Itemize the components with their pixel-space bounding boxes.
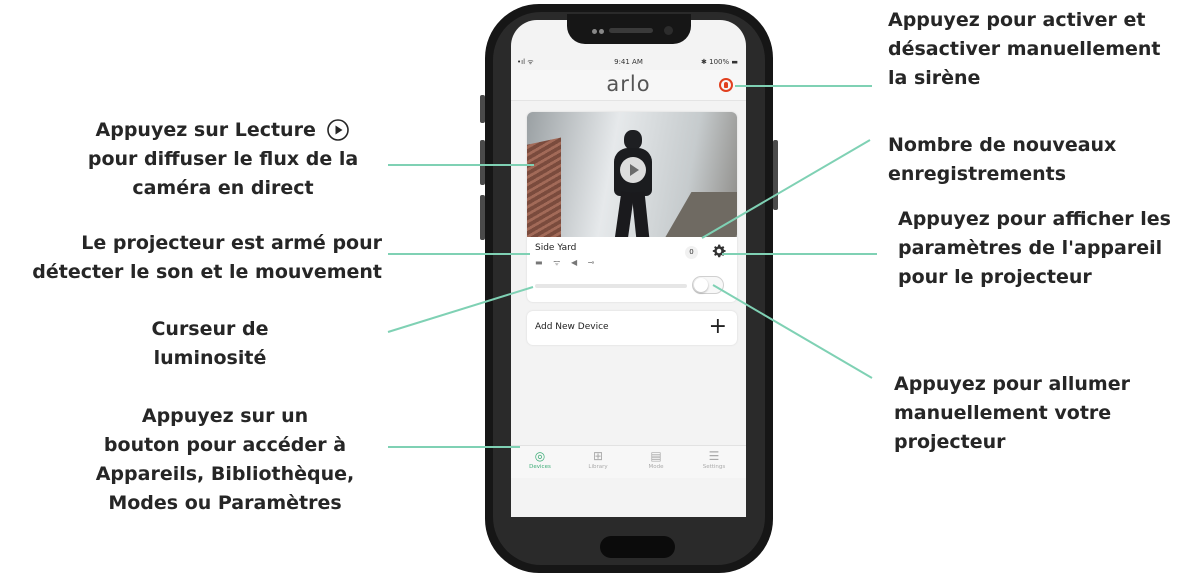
callout-light-toggle: Appuyez pour allumer manuellement votre pr… [894, 373, 1130, 453]
callout-settings: Appuyez pour afficher les paramètres de l… [898, 208, 1171, 288]
callout-brightness: Curseur de luminosité [151, 318, 269, 369]
play-circle-icon [327, 119, 350, 141]
callout-nav: Appuyez sur un bouton pour accéder à Appar… [95, 405, 355, 514]
callout-armed: Le projecteur est armé pour détecter le s… [32, 232, 382, 283]
callout-recordings: Nombre de nouveaux enregistrements [888, 134, 1117, 185]
callout-play: Appuyez sur Lecture pour diffuser le flu… [87, 119, 359, 199]
callout-siren: Appuyez pour activer et désactiver manuel… [888, 9, 1161, 89]
